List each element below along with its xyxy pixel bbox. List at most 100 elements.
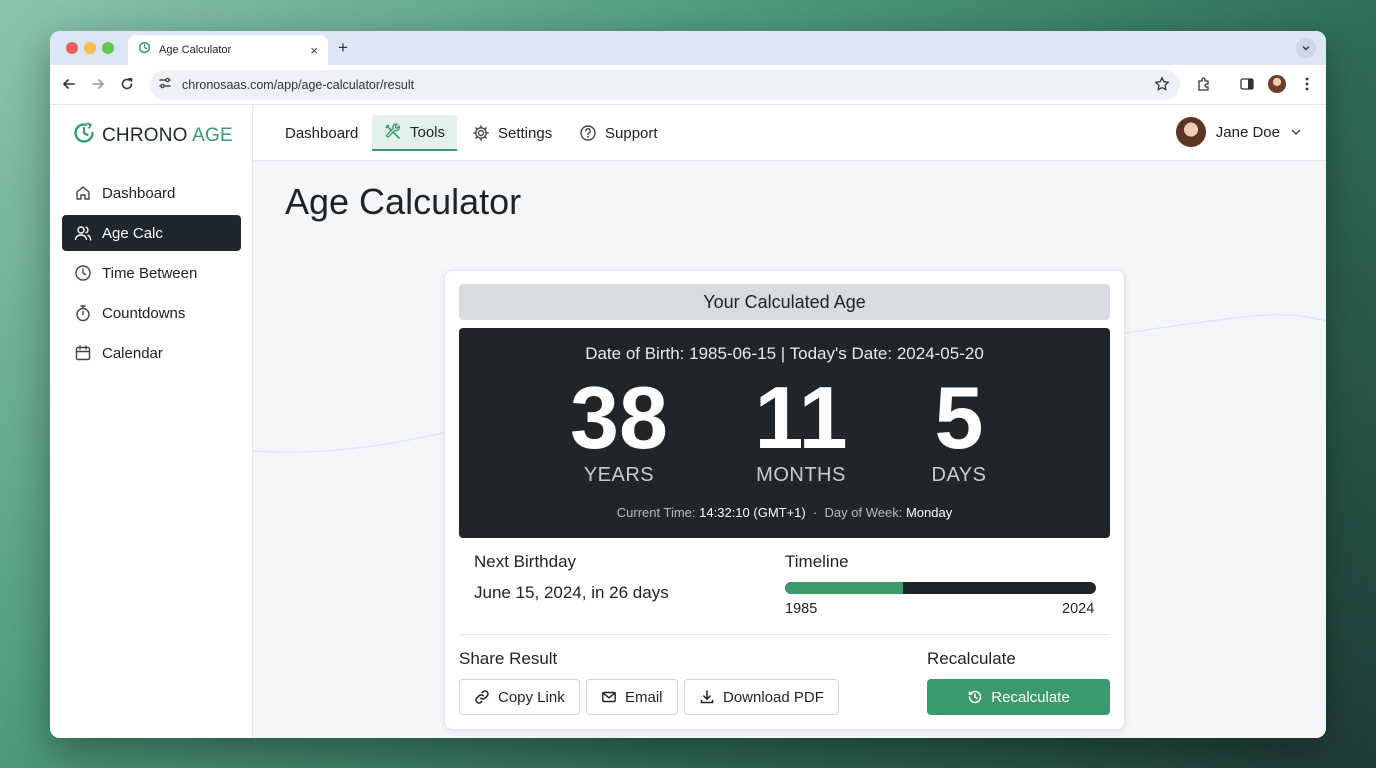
arrow-right-icon [92,79,105,89]
current-time-label: Current Time: [616,505,696,520]
reload-button[interactable] [117,74,137,94]
clock-icon [75,265,91,281]
tab-label: Support [605,124,658,142]
brand-name: CHRONO AGE [102,124,233,146]
chevron-down-icon [1302,46,1310,51]
button-label: Download PDF [723,688,824,706]
forward-button[interactable] [88,74,108,94]
help-icon [580,125,596,141]
history-icon [969,690,982,704]
tab-search-button[interactable] [1296,38,1316,58]
minimize-window-button[interactable] [84,42,96,54]
card-header: Your Calculated Age [459,284,1110,320]
days-value: 5 [934,368,984,467]
tab-dashboard[interactable]: Dashboard [273,115,370,151]
side-panel-icon [1240,78,1254,90]
sidebar-item-label: Age Calc [102,224,163,242]
button-label: Copy Link [498,688,565,706]
share-result-label: Share Result [459,649,558,668]
result-card: Your Calculated Age Date of Birth: 1985-… [444,270,1125,730]
close-window-button[interactable] [66,42,78,54]
sidebar-item-label: Countdowns [102,304,186,322]
sidebar-item-age-calc[interactable]: Age Calc [62,215,241,251]
url-text: chronosaas.com/app/age-calculator/result [182,78,415,92]
next-birthday-value: June 15, 2024, in 26 days [474,583,669,602]
side-panel-button[interactable] [1237,74,1257,94]
tab-settings[interactable]: Settings [460,115,564,151]
tab-close-icon[interactable]: × [310,43,318,58]
main-content: Age Calculator Your Calculated Age Date … [253,161,1326,738]
recalculate-label: Recalculate [927,649,1016,668]
months-unit: MONTHS [756,464,846,486]
extensions-button[interactable] [1194,74,1214,94]
current-time-value: 14:32:10 (GMT+1) [699,505,806,520]
back-button[interactable] [59,74,79,94]
reload-icon [121,78,133,90]
day-of-week-label: Day of Week: [824,505,903,520]
timeline-label: Timeline [785,552,849,571]
tab-label: Dashboard [285,124,359,142]
copy-link-button[interactable]: Copy Link [459,679,580,715]
download-pdf-button[interactable]: Download PDF [684,679,839,715]
address-bar[interactable]: chronosaas.com/app/age-calculator/result [150,70,1180,100]
timeline-start: 1985 [785,601,818,617]
chevron-down-icon [1291,129,1301,135]
tab-strip: Age Calculator × + [50,31,1326,65]
sidebar-item-label: Time Between [102,264,198,282]
favicon-icon [138,41,151,59]
days-unit: DAYS [931,464,987,486]
browser-menu-button[interactable] [1297,74,1317,94]
months-value: 11 [754,368,848,467]
divider [459,634,1110,635]
age-result-panel: Date of Birth: 1985-06-15 | Today's Date… [459,328,1110,538]
profile-button[interactable] [1267,74,1287,94]
sidebar-item-label: Calendar [102,344,163,362]
maximize-window-button[interactable] [102,42,114,54]
timeline-progress-fill [785,582,904,594]
link-icon [475,690,489,704]
site-settings-icon[interactable] [158,76,172,95]
new-tab-button[interactable]: + [338,38,348,58]
browser-tab[interactable]: Age Calculator × [128,35,328,65]
day-of-week-value: Monday [905,505,953,520]
tab-label: Settings [498,124,553,142]
avatar [1175,117,1206,147]
years-unit: YEARS [583,464,655,486]
avatar [1268,75,1286,93]
sidebar-item-calendar[interactable]: Calendar [62,335,241,371]
users-icon [74,226,92,241]
meta-separator: · [812,505,818,520]
sidebar-item-label: Dashboard [102,184,176,202]
sidebar-item-countdowns[interactable]: Countdowns [62,295,241,331]
button-label: Email [625,688,663,706]
clock-logo-icon [72,121,96,150]
user-menu[interactable]: Jane Doe [1175,117,1302,147]
puzzle-icon [1198,77,1209,91]
browser-window: Age Calculator × + chronosaas.com/app/ag… [50,31,1326,738]
sidebar-item-time-between[interactable]: Time Between [62,255,241,291]
brand-logo[interactable]: CHRONO AGE [72,121,233,150]
tab-support[interactable]: Support [567,115,670,151]
tab-title: Age Calculator [159,44,232,56]
browser-toolbar: chronosaas.com/app/age-calculator/result [50,65,1326,105]
years-value: 38 [570,368,668,467]
gear-icon [473,125,489,141]
timeline-end: 2024 [1062,601,1095,617]
top-navigation: Dashboard Tools Settings Support Jane Do… [253,105,1326,161]
user-name: Jane Doe [1215,123,1280,141]
button-label: Recalculate [991,688,1070,706]
calendar-icon [75,345,91,361]
recalculate-button[interactable]: Recalculate [927,679,1110,715]
email-button[interactable]: Email [586,679,678,715]
sidebar-item-dashboard[interactable]: Dashboard [62,175,241,211]
bookmark-star-icon[interactable] [1154,76,1170,97]
stopwatch-icon [76,305,90,322]
tab-tools[interactable]: Tools [372,115,458,151]
time-meta-line: Current Time: 14:32:10 (GMT+1) · Day of … [459,505,1110,520]
timeline-progress-bar [785,582,1096,594]
mail-icon [602,691,616,703]
more-vertical-icon [1305,77,1309,91]
tab-label: Tools [410,123,446,141]
sidebar: CHRONO AGE Dashboard Age Calc Time Betwe… [50,105,253,738]
page-title: Age Calculator [285,181,522,222]
